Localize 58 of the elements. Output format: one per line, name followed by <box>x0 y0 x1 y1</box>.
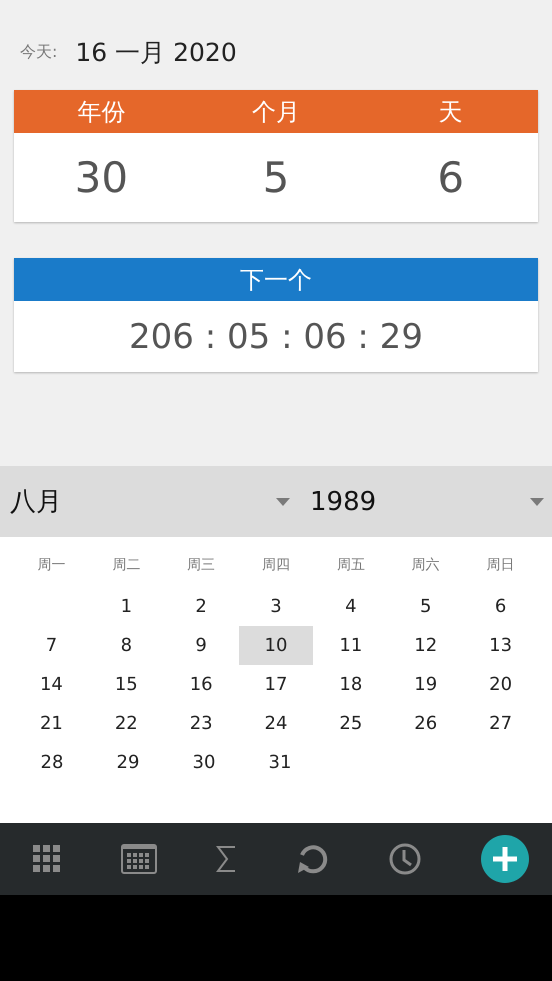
month-dropdown[interactable]: 八月 <box>0 466 290 537</box>
sigma-icon[interactable] <box>216 845 236 873</box>
calendar-day[interactable]: 12 <box>388 626 464 665</box>
caret-icon <box>530 498 544 506</box>
calendar-day[interactable]: 13 <box>463 626 538 665</box>
calendar-day[interactable]: 30 <box>166 743 242 782</box>
calendar-day[interactable]: 25 <box>313 704 388 743</box>
age-value: 5 <box>262 153 290 202</box>
calendar-day[interactable]: 7 <box>14 626 89 665</box>
calendar-day[interactable]: 9 <box>164 626 239 665</box>
calendar-day[interactable]: 27 <box>463 704 538 743</box>
calendar-day[interactable]: 20 <box>463 665 538 704</box>
card-title: 下一个 <box>240 264 312 296</box>
calendar-day[interactable]: 8 <box>88 626 164 665</box>
add-button[interactable] <box>480 835 529 883</box>
calendar-day[interactable]: 10 <box>238 626 314 665</box>
column-label: 年份 <box>76 96 126 128</box>
calendar-day[interactable]: 4 <box>313 587 388 626</box>
calendar-day[interactable]: 21 <box>14 704 89 743</box>
weekday-label: 周四 <box>261 556 291 575</box>
calendar-day[interactable]: 26 <box>388 704 464 743</box>
weekday-label: 周二 <box>111 556 142 575</box>
calendar-day[interactable]: 19 <box>388 665 464 704</box>
grid-icon[interactable] <box>33 845 61 873</box>
calendar-day[interactable]: 11 <box>313 626 388 665</box>
calendar-icon[interactable] <box>120 844 157 874</box>
age-value: 6 <box>436 153 466 202</box>
year-dropdown[interactable]: 1989 <box>290 466 552 537</box>
caret-icon <box>276 498 290 506</box>
calendar-day[interactable]: 15 <box>88 665 164 704</box>
calendar-day[interactable]: 24 <box>238 704 314 743</box>
today-label: 今天: <box>20 42 58 62</box>
weekday-label: 周日 <box>486 556 516 575</box>
weekday-label: 周六 <box>410 556 441 575</box>
calendar-day[interactable]: 6 <box>463 587 538 626</box>
calendar-day[interactable]: 28 <box>14 743 90 782</box>
refresh-icon[interactable] <box>296 843 330 875</box>
today-date: 16 一月 2020 <box>75 36 237 68</box>
weekday-label: 周一 <box>36 556 66 575</box>
calendar-day[interactable]: 17 <box>238 665 314 704</box>
calendar-day[interactable]: 18 <box>313 665 388 704</box>
column-label: 个月 <box>251 96 301 128</box>
calendar-day[interactable]: 14 <box>14 665 89 704</box>
calendar-day[interactable]: 2 <box>164 587 239 626</box>
column-label: 天 <box>438 96 464 128</box>
age-value: 30 <box>74 153 130 202</box>
calendar-day[interactable]: 31 <box>242 743 318 782</box>
weekday-label: 周三 <box>186 556 216 575</box>
calendar-day[interactable]: 5 <box>388 587 464 626</box>
calendar-day[interactable]: 29 <box>90 743 166 782</box>
clock-icon[interactable] <box>389 843 422 875</box>
calendar-day[interactable]: 23 <box>164 704 239 743</box>
calendar-day[interactable]: 1 <box>88 587 164 626</box>
weekday-label: 周五 <box>336 556 366 575</box>
calendar-day[interactable]: 3 <box>238 587 314 626</box>
calendar-day[interactable]: 16 <box>164 665 239 704</box>
calendar-day[interactable]: 22 <box>88 704 164 743</box>
countdown: 206 : 05 : 06 : 29 <box>129 316 423 356</box>
